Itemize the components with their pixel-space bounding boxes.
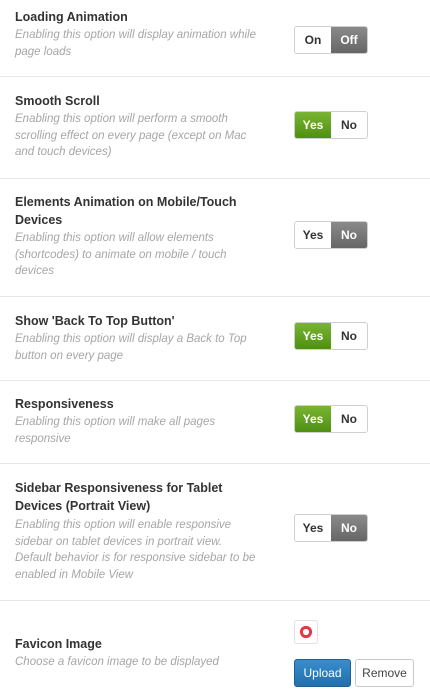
option-yes[interactable]: Yes <box>295 112 331 138</box>
smooth-scroll-toggle[interactable]: Yes No <box>294 111 368 139</box>
option-yes[interactable]: Yes <box>295 222 331 248</box>
setting-description: Enabling this option will perform a smoo… <box>15 113 247 158</box>
option-no[interactable]: No <box>331 222 367 248</box>
setting-title: Smooth Scroll <box>15 94 100 108</box>
option-yes[interactable]: Yes <box>295 323 331 349</box>
divider <box>0 600 430 601</box>
option-off[interactable]: Off <box>331 27 367 53</box>
divider <box>0 463 430 464</box>
sidebar-responsiveness-toggle[interactable]: Yes No <box>294 514 368 542</box>
favicon-ring-icon <box>299 625 313 639</box>
option-yes[interactable]: Yes <box>295 406 331 432</box>
divider <box>0 76 430 77</box>
setting-description: Enabling this option will make all pages… <box>15 416 216 445</box>
elements-animation-toggle[interactable]: Yes No <box>294 221 368 249</box>
setting-title: Favicon Image <box>15 637 102 651</box>
divider <box>0 296 430 297</box>
upload-button[interactable]: Upload <box>294 659 351 687</box>
setting-title: Responsiveness <box>15 397 114 411</box>
back-to-top-toggle[interactable]: Yes No <box>294 322 368 350</box>
remove-button[interactable]: Remove <box>355 659 414 687</box>
loading-animation-toggle[interactable]: On Off <box>294 26 368 54</box>
setting-title: Show 'Back To Top Button' <box>15 314 175 328</box>
option-no[interactable]: No <box>331 112 367 138</box>
setting-description: Enabling this option will display animat… <box>15 29 256 58</box>
setting-description: Enabling this option will enable respons… <box>15 519 256 581</box>
setting-description: Enabling this option will display a Back… <box>15 333 247 362</box>
setting-title: Elements Animation on Mobile/Touch Devic… <box>15 195 237 227</box>
option-on[interactable]: On <box>295 27 331 53</box>
setting-description: Choose a favicon image to be displayed <box>15 656 219 668</box>
option-no[interactable]: No <box>331 515 367 541</box>
setting-title: Loading Animation <box>15 10 128 24</box>
option-yes[interactable]: Yes <box>295 515 331 541</box>
option-no[interactable]: No <box>331 406 367 432</box>
setting-title: Sidebar Responsiveness for Tablet Device… <box>15 481 223 513</box>
option-no[interactable]: No <box>331 323 367 349</box>
responsiveness-toggle[interactable]: Yes No <box>294 405 368 433</box>
favicon-preview <box>294 620 318 644</box>
divider <box>0 178 430 179</box>
divider <box>0 380 430 381</box>
setting-description: Enabling this option will allow elements… <box>15 232 227 277</box>
